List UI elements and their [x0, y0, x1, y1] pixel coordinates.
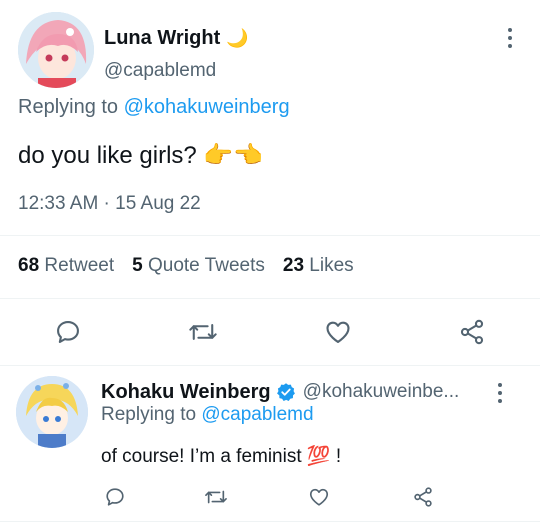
likes-stat[interactable]: 23 Likes	[283, 255, 354, 277]
replying-to-prefix: Replying to	[101, 404, 202, 425]
share-icon[interactable]	[412, 486, 434, 508]
retweet-stat[interactable]: 68 Retweet	[18, 255, 114, 277]
replying-to-link[interactable]: @kohakuweinberg	[124, 96, 290, 118]
reply-icon[interactable]	[104, 486, 126, 508]
handle[interactable]: @capablemd	[104, 60, 216, 82]
share-icon[interactable]	[458, 318, 486, 346]
quote-stat[interactable]: 5 Quote Tweets	[132, 255, 265, 277]
likes-count: 23	[282, 255, 305, 276]
quote-label: Quote Tweets	[147, 255, 265, 276]
verified-badge-icon	[276, 382, 296, 402]
replying-to: Replying to @capablemd	[101, 404, 314, 426]
avatar[interactable]	[18, 12, 94, 88]
divider	[0, 521, 540, 522]
reply-icon[interactable]	[54, 318, 82, 346]
like-icon[interactable]	[324, 318, 352, 346]
timestamp[interactable]: 12:33 AM · 15 Aug 22	[18, 193, 201, 215]
display-name[interactable]: Luna Wright	[104, 27, 220, 50]
moon-icon: 🌙	[226, 27, 249, 48]
quote-count: 5	[132, 255, 143, 276]
tweet-text: of course! I’m a feminist 💯 !	[101, 446, 342, 467]
tweet-stats: 68 Retweet 5 Quote Tweets 23 Likes	[18, 255, 354, 277]
like-icon[interactable]	[308, 486, 330, 508]
divider	[0, 235, 540, 236]
retweet-icon[interactable]	[204, 486, 228, 508]
handle[interactable]: @kohakuweinbe...	[303, 381, 460, 403]
more-options-icon[interactable]	[498, 383, 504, 407]
retweet-label: Retweet	[44, 255, 115, 276]
retweet-count: 68	[18, 255, 40, 276]
retweet-icon[interactable]	[188, 318, 218, 346]
replying-to-prefix: Replying to	[18, 96, 124, 118]
likes-label: Likes	[309, 255, 354, 276]
replying-to: Replying to @kohakuweinberg	[18, 96, 290, 119]
tweet-text: do you like girls? 👉👈	[18, 142, 264, 169]
divider	[0, 365, 540, 366]
display-name[interactable]: Kohaku Weinberg	[101, 381, 271, 404]
more-options-icon[interactable]	[508, 28, 514, 52]
divider	[0, 298, 540, 299]
avatar[interactable]	[16, 376, 88, 448]
replying-to-link[interactable]: @capablemd	[201, 404, 313, 425]
